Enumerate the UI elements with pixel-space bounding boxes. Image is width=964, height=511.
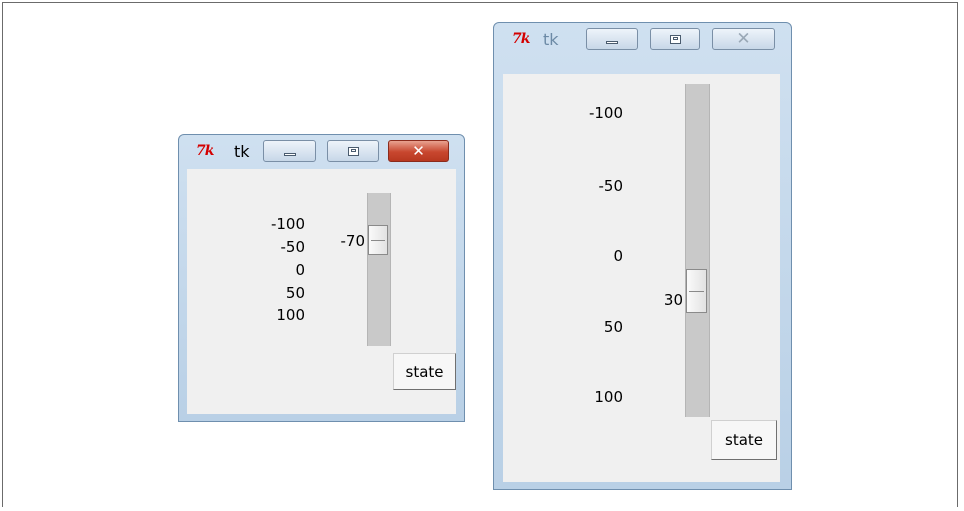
close-button[interactable]: ✕ (388, 140, 449, 162)
title-bar[interactable]: 7k tk ✕ (179, 135, 464, 169)
scale-tick-label: 100 (594, 388, 623, 406)
close-icon: ✕ (412, 141, 425, 160)
scale-tick-label: 100 (276, 306, 305, 324)
scale-slider-thumb[interactable] (686, 269, 707, 313)
close-icon: ✕ (736, 28, 751, 49)
minimize-button[interactable] (263, 140, 316, 162)
scale-tick-label: 50 (603, 318, 623, 336)
window-client-area: -100 -50 0 50 100 30 state (503, 74, 780, 482)
scale-tick-label: 0 (613, 247, 623, 265)
window-title: tk (234, 142, 250, 161)
scale-value-label: -70 (340, 232, 366, 250)
window-title: tk (543, 30, 559, 49)
figure-border (2, 2, 958, 507)
minimize-icon (283, 152, 296, 156)
minimize-button[interactable] (586, 28, 638, 50)
close-button[interactable]: ✕ (712, 28, 775, 50)
maximize-icon (347, 146, 359, 156)
maximize-button[interactable] (650, 28, 700, 50)
window-client-area: -100 -50 0 50 100 -70 state (187, 169, 456, 414)
state-button[interactable]: state (711, 420, 777, 460)
title-bar[interactable]: 7k tk ✕ (494, 23, 791, 57)
tk-feather-icon: 7k (196, 143, 214, 159)
state-button[interactable]: state (393, 353, 456, 390)
maximize-button[interactable] (327, 140, 379, 162)
scale-trough[interactable] (685, 84, 710, 417)
scale-tick-label: -100 (270, 215, 305, 233)
tk-window-large[interactable]: 7k tk ✕ -100 -50 0 50 100 30 state (493, 22, 792, 490)
minimize-icon (606, 40, 618, 44)
scale-tick-label: 0 (295, 261, 305, 279)
scale-tick-label: -50 (280, 238, 306, 256)
scale-tick-label: -100 (588, 104, 623, 122)
scale-trough[interactable] (367, 193, 391, 346)
scale-value-label: 30 (663, 291, 683, 309)
tk-window-small[interactable]: 7k tk ✕ -100 -50 0 50 100 -70 state (178, 134, 465, 422)
scale-tick-label: 50 (285, 284, 305, 302)
maximize-icon (669, 34, 681, 44)
scale-slider-thumb[interactable] (368, 225, 388, 255)
tk-feather-icon: 7k (512, 31, 530, 47)
scale-tick-label: -50 (598, 177, 624, 195)
